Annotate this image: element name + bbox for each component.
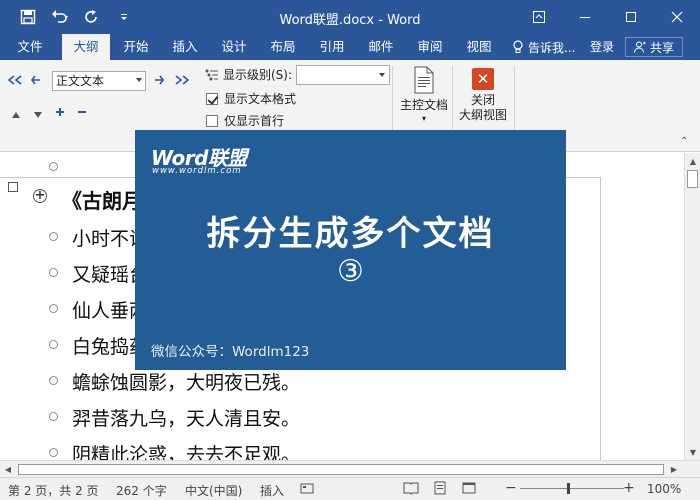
zoom-out-icon[interactable]: −	[505, 480, 517, 496]
lightbulb-icon	[513, 40, 523, 53]
master-document-label: 主控文档	[399, 98, 448, 112]
expand-icon[interactable]	[55, 107, 65, 120]
demote-icon[interactable]	[154, 75, 164, 88]
tutorial-banner: Word联盟 www.wordlm.com 拆分生成多个文档 ③ 微信公众号：W…	[135, 130, 566, 370]
expand-heading-icon[interactable]: +	[33, 189, 47, 203]
promote-icon[interactable]	[31, 75, 41, 88]
checkbox-checked	[206, 92, 218, 105]
share-button[interactable]: 共享	[625, 37, 683, 57]
close-outline-label-1: 关闭	[470, 93, 495, 107]
chevron-down-icon	[136, 78, 142, 82]
zoom-slider-track[interactable]	[520, 488, 624, 489]
tell-me-label: 告诉我...	[528, 40, 576, 55]
banner-headline: 拆分生成多个文档	[206, 214, 495, 254]
page-count[interactable]: 第 2 页，共 2 页	[8, 482, 99, 499]
tab-insert[interactable]: 插入	[161, 34, 209, 60]
page-boundary	[600, 177, 601, 460]
close-outline-label-2: 大纲视图	[458, 108, 507, 122]
document-icon	[414, 66, 434, 94]
checkbox-unchecked	[206, 114, 218, 127]
insert-mode[interactable]: 插入	[260, 482, 284, 499]
zoom-in-icon[interactable]: +	[623, 480, 635, 496]
tell-me-box[interactable]: 告诉我...	[512, 34, 575, 60]
zoom-level[interactable]: 100%	[647, 482, 681, 496]
outline-bullet[interactable]	[49, 376, 58, 385]
language[interactable]: 中文(中国)	[185, 482, 242, 499]
tab-layout[interactable]: 布局	[259, 34, 307, 60]
web-layout-icon[interactable]	[462, 481, 476, 498]
macro-icon[interactable]	[300, 481, 314, 498]
scroll-right-icon[interactable]: ▶	[666, 461, 682, 477]
move-up-icon[interactable]	[11, 109, 21, 122]
vertical-scroll-thumb[interactable]	[687, 170, 698, 188]
ribbon-tabs: 文件 大纲 开始 插入 设计 布局 引用 邮件 审阅 视图 告诉我... 登录 …	[0, 34, 700, 60]
tab-review[interactable]: 审阅	[406, 34, 454, 60]
close-outline-view-button[interactable]: ✕ 关闭 大纲视图	[456, 64, 510, 123]
tab-home[interactable]: 开始	[112, 34, 160, 60]
tab-references[interactable]: 引用	[308, 34, 356, 60]
show-level-icon	[205, 69, 218, 80]
vertical-scrollbar[interactable]: ▲ ▼	[684, 153, 700, 460]
outline-bullet[interactable]	[49, 162, 58, 171]
tab-mailings[interactable]: 邮件	[357, 34, 405, 60]
window-controls	[516, 0, 700, 34]
read-mode-icon[interactable]	[403, 481, 419, 498]
outline-level-dropdown[interactable]: 正文文本	[52, 71, 146, 91]
scroll-left-icon[interactable]: ◀	[0, 461, 16, 477]
minimize-icon[interactable]	[562, 0, 608, 34]
show-first-line-only-label: 仅显示首行	[224, 114, 285, 128]
maximize-icon[interactable]	[608, 0, 654, 34]
outline-bullet[interactable]	[49, 232, 58, 241]
body-line-6[interactable]: 羿昔落九乌，天人清且安。	[72, 404, 300, 431]
close-window-icon[interactable]	[654, 0, 700, 34]
collapse-icon[interactable]	[77, 107, 87, 120]
body-line-5[interactable]: 蟾蜍蚀圆影，大明夜已残。	[72, 368, 300, 395]
print-layout-icon[interactable]	[433, 481, 447, 498]
horizontal-scroll-thumb[interactable]	[18, 464, 664, 475]
master-document-button[interactable]: 主控文档 ▾	[398, 64, 450, 123]
show-first-line-only-checkbox[interactable]: 仅显示首行	[206, 112, 284, 129]
outline-bullet[interactable]	[49, 448, 58, 457]
chevron-down-icon	[379, 73, 385, 77]
status-bar: 第 2 页，共 2 页 262 个字 中文(中国) 插入 − + 100%	[0, 477, 700, 500]
tab-outline[interactable]: 大纲	[62, 34, 110, 60]
demote-to-body-icon[interactable]	[175, 75, 190, 88]
brand-url: www.wordlm.com	[152, 166, 242, 176]
tab-design[interactable]: 设计	[210, 34, 258, 60]
person-icon	[633, 41, 646, 53]
show-level-label: 显示级别(S):	[223, 68, 293, 82]
close-x-icon: ✕	[472, 68, 494, 90]
show-text-formatting-label: 显示文本格式	[224, 92, 297, 106]
outline-bullet[interactable]	[49, 340, 58, 349]
subdocument-icon[interactable]	[8, 182, 18, 192]
show-text-formatting-checkbox[interactable]: 显示文本格式	[206, 90, 296, 107]
promote-to-heading1-icon[interactable]	[7, 75, 22, 88]
share-label: 共享	[649, 40, 674, 55]
horizontal-scrollbar[interactable]: ◀ ▶	[0, 460, 700, 477]
move-down-icon[interactable]	[33, 109, 43, 122]
scroll-down-icon[interactable]: ▼	[685, 444, 700, 460]
word-count[interactable]: 262 个字	[116, 482, 167, 499]
collapse-ribbon-icon[interactable]: ⌃	[680, 136, 688, 147]
outline-bullet[interactable]	[49, 412, 58, 421]
zoom-slider-thumb[interactable]	[567, 483, 570, 494]
chevron-down-icon: ▾	[421, 114, 426, 123]
scroll-up-icon[interactable]: ▲	[685, 153, 700, 169]
wechat-id: 微信公众号：Wordlm123	[151, 344, 310, 360]
tab-view[interactable]: 视图	[455, 34, 503, 60]
outline-bullet[interactable]	[49, 304, 58, 313]
outline-bullet[interactable]	[49, 268, 58, 277]
outline-level-value: 正文文本	[56, 74, 105, 88]
show-level-dropdown[interactable]	[296, 65, 390, 85]
banner-number: ③	[337, 254, 364, 289]
show-level-control: 显示级别(S):	[205, 66, 292, 83]
tab-file[interactable]: 文件	[6, 34, 54, 60]
ribbon-display-options-icon[interactable]	[516, 0, 562, 34]
login-link[interactable]: 登录	[590, 34, 614, 60]
title-bar: Word联盟.docx - Word	[0, 0, 700, 34]
